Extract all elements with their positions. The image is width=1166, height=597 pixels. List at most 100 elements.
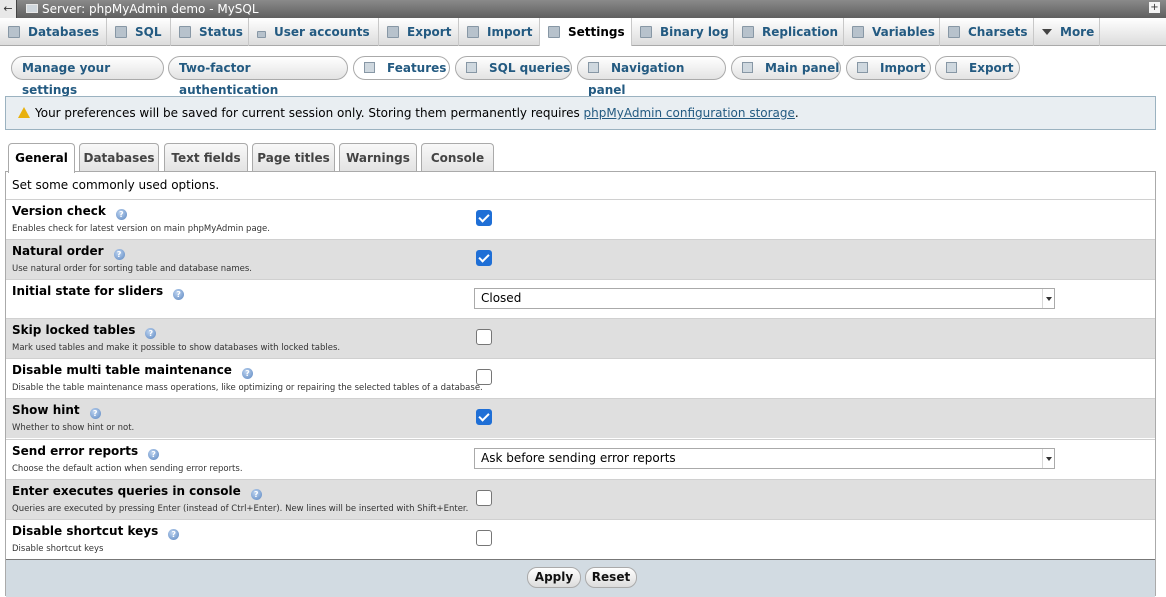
storage-notice: Your preferences will be saved for curre…: [5, 96, 1156, 130]
tab-general[interactable]: General: [8, 143, 75, 173]
submenu-features[interactable]: Features: [353, 56, 450, 80]
setting-description: Use natural order for sorting table and …: [12, 264, 252, 274]
import-icon: [857, 62, 868, 73]
submenu-manage-settings[interactable]: Manage your settings: [11, 56, 164, 97]
help-icon[interactable]: ?: [115, 209, 127, 220]
setting-row-disable-multi-table-maintenance: Disable multi table maintenance? Disable…: [6, 358, 1155, 398]
setting-description: Disable the table maintenance mass opera…: [12, 383, 483, 393]
dropdown-arrow-icon: [1042, 289, 1054, 308]
tab-user-accounts[interactable]: User accounts: [249, 18, 379, 46]
version-check-checkbox[interactable]: [476, 210, 492, 226]
help-icon[interactable]: ?: [148, 449, 160, 460]
submenu-export[interactable]: Export: [935, 56, 1020, 80]
setting-label: Initial state for sliders: [12, 284, 164, 298]
binary-log-icon: [640, 26, 652, 38]
back-arrow-icon[interactable]: ←: [0, 0, 17, 18]
tab-databases[interactable]: Databases: [0, 18, 107, 46]
tab-settings[interactable]: Settings: [540, 18, 632, 46]
tab-charsets[interactable]: Charsets: [940, 18, 1034, 46]
disable-multi-table-maintenance-checkbox[interactable]: [476, 369, 492, 385]
help-icon[interactable]: ?: [145, 328, 157, 339]
select-value: Closed: [481, 291, 522, 305]
chevron-down-icon: [1042, 29, 1052, 35]
tab-variables[interactable]: Variables: [844, 18, 940, 46]
tab-text-fields[interactable]: Text fields: [164, 143, 248, 172]
skip-locked-tables-checkbox[interactable]: [476, 329, 492, 345]
import-icon: [467, 26, 479, 38]
disable-shortcut-keys-checkbox[interactable]: [476, 530, 492, 546]
config-storage-link[interactable]: phpMyAdmin configuration storage: [584, 106, 795, 120]
tab-more[interactable]: More: [1034, 18, 1100, 46]
submenu-navigation-panel[interactable]: Navigation panel: [577, 56, 726, 97]
main-panel-icon: [742, 62, 753, 73]
setting-row-enter-executes-queries: Enter executes queries in console? Queri…: [6, 479, 1155, 519]
replication-icon: [742, 26, 754, 38]
breadcrumb-bar: ← Server: phpMyAdmin demo - MySQL +: [0, 0, 1166, 18]
dropdown-arrow-icon: [1042, 449, 1054, 468]
settings-panel: Set some commonly used options. Version …: [5, 171, 1156, 597]
notice-suffix: .: [794, 106, 799, 120]
database-icon: [8, 26, 20, 38]
setting-row-skip-locked-tables: Skip locked tables? Mark used tables and…: [6, 318, 1155, 358]
setting-row-natural-order: Natural order? Use natural order for sor…: [6, 239, 1155, 279]
tab-status[interactable]: Status: [171, 18, 249, 46]
setting-row-send-error-reports: Send error reports? Choose the default a…: [6, 439, 1155, 479]
wrench-icon: [548, 26, 560, 38]
tab-import[interactable]: Import: [459, 18, 540, 46]
panel-description: Set some commonly used options.: [12, 178, 220, 192]
help-icon[interactable]: ?: [173, 289, 185, 300]
warning-icon: [18, 107, 30, 118]
setting-label: Version check: [12, 204, 106, 218]
tab-databases-settings[interactable]: Databases: [79, 143, 159, 172]
form-footer: Apply Reset: [6, 559, 1155, 597]
setting-description: Enables check for latest version on main…: [12, 224, 270, 234]
help-icon[interactable]: ?: [241, 368, 253, 379]
help-icon[interactable]: ?: [89, 408, 101, 419]
apply-button[interactable]: Apply: [527, 567, 581, 588]
tab-page-titles[interactable]: Page titles: [252, 143, 335, 172]
top-menu: Databases SQL Status User accounts Expor…: [0, 18, 1166, 46]
submenu-main-panel[interactable]: Main panel: [731, 56, 841, 80]
setting-description: Mark used tables and make it possible to…: [12, 343, 341, 353]
wrench-icon: [364, 62, 375, 73]
tab-replication[interactable]: Replication: [734, 18, 844, 46]
show-hint-checkbox[interactable]: [476, 409, 492, 425]
tab-console[interactable]: Console: [421, 143, 494, 172]
tab-sql[interactable]: SQL: [107, 18, 171, 46]
setting-description: Choose the default action when sending e…: [12, 464, 243, 474]
setting-row-show-hint: Show hint? Whether to show hint or not.: [6, 398, 1155, 438]
navigation-icon: [588, 62, 599, 73]
setting-description: Queries are executed by pressing Enter (…: [12, 504, 469, 514]
send-error-reports-select[interactable]: Ask before sending error reports: [474, 448, 1055, 469]
natural-order-checkbox[interactable]: [476, 250, 492, 266]
setting-description: Whether to show hint or not.: [12, 423, 135, 433]
setting-label: Enter executes queries in console: [12, 484, 241, 498]
setting-description: Disable shortcut keys: [12, 544, 104, 554]
help-icon[interactable]: ?: [168, 529, 180, 540]
tab-warnings[interactable]: Warnings: [339, 143, 417, 172]
setting-row-version-check: Version check? Enables check for latest …: [6, 199, 1155, 239]
select-value: Ask before sending error reports: [481, 451, 676, 465]
settings-submenu: Manage your settings Two-factor authenti…: [0, 46, 1166, 97]
initial-state-sliders-select[interactable]: Closed: [474, 288, 1055, 309]
charsets-icon: [948, 26, 960, 38]
help-icon[interactable]: ?: [250, 489, 262, 500]
enter-executes-queries-checkbox[interactable]: [476, 490, 492, 506]
setting-label: Skip locked tables: [12, 323, 136, 337]
expand-icon[interactable]: +: [1149, 2, 1160, 13]
reset-button[interactable]: Reset: [585, 567, 637, 588]
setting-label: Natural order: [12, 244, 104, 258]
breadcrumb[interactable]: Server: phpMyAdmin demo - MySQL: [42, 0, 259, 18]
submenu-two-factor[interactable]: Two-factor authentication: [168, 56, 348, 97]
help-icon[interactable]: ?: [113, 249, 125, 260]
setting-row-disable-shortcut-keys: Disable shortcut keys? Disable shortcut …: [6, 519, 1155, 559]
setting-label: Show hint: [12, 403, 80, 417]
status-icon: [179, 26, 191, 38]
tab-binary-log[interactable]: Binary log: [632, 18, 734, 46]
setting-label: Send error reports: [12, 444, 139, 458]
notice-text: Your preferences will be saved for curre…: [35, 106, 584, 120]
submenu-import[interactable]: Import: [846, 56, 931, 80]
tab-export[interactable]: Export: [379, 18, 459, 46]
submenu-sql-queries[interactable]: SQL queries: [455, 56, 572, 80]
sql-icon: [466, 62, 477, 73]
